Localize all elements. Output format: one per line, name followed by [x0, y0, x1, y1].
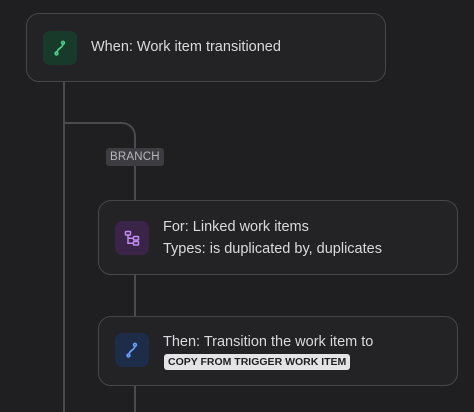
action-card-title: Then: Transition the work item to	[163, 334, 374, 350]
trigger-icon-box	[43, 31, 77, 65]
branch-connector-elbow	[64, 122, 136, 146]
branch-card-title: For: Linked work items	[163, 219, 309, 235]
branch-connector-line-middle	[134, 275, 136, 316]
branch-tree-icon	[124, 230, 140, 246]
action-icon-box	[115, 333, 149, 367]
branch-connector-line-lower	[134, 386, 136, 412]
trigger-label: When: Work item transitioned	[91, 39, 281, 55]
trigger-flow-icon	[54, 40, 66, 56]
trigger-card[interactable]: When: Work item transitioned	[26, 13, 386, 82]
action-card[interactable]: Then: Transition the work item to	[98, 316, 458, 386]
action-flow-icon	[126, 342, 138, 358]
branch-icon-box	[115, 221, 149, 255]
branch-card-subtitle: Types: is duplicated by, duplicates	[163, 241, 382, 257]
branch-label: BRANCH	[106, 148, 164, 166]
status-lozenge: COPY FROM TRIGGER WORK ITEM	[164, 354, 351, 370]
branch-card[interactable]: For: Linked work items Types: is duplica…	[98, 200, 458, 275]
